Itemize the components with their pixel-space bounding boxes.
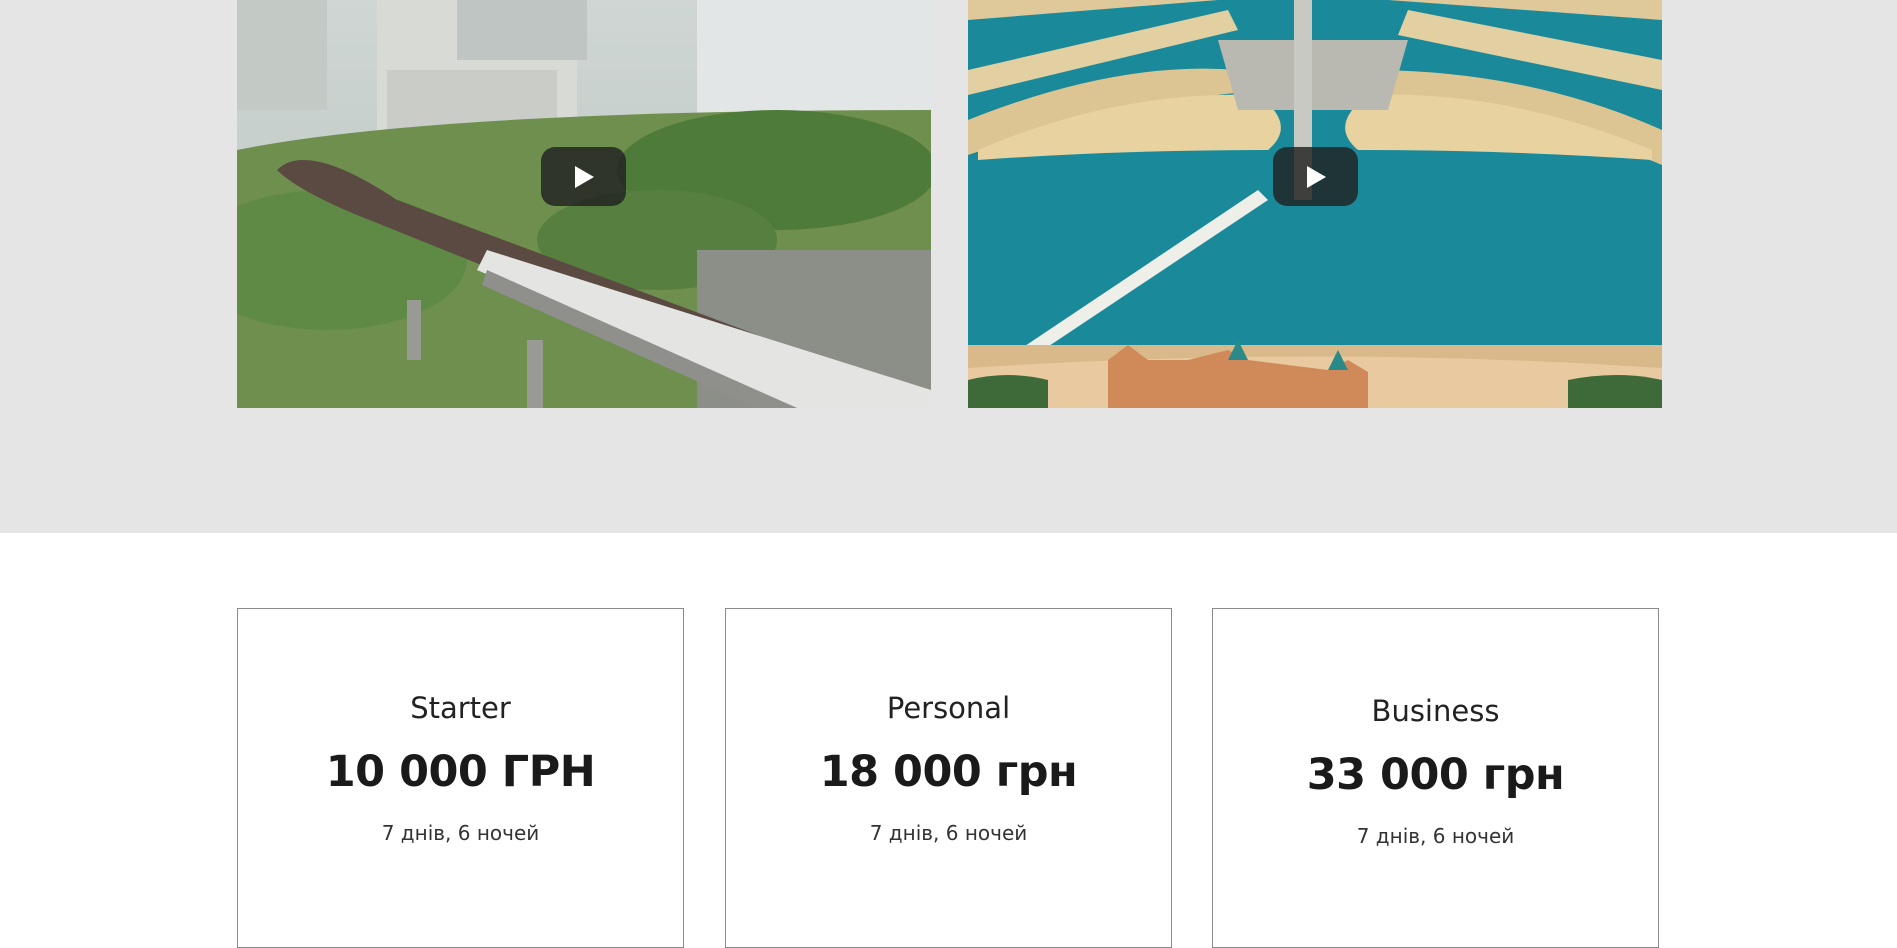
plan-duration: 7 днів, 6 ночей [869, 821, 1028, 845]
plan-price: 18 000 грн [819, 747, 1078, 797]
pricing-section: Starter 10 000 ГРН 7 днів, 6 ночей Perso… [0, 533, 1897, 948]
pricing-card-starter[interactable]: Starter 10 000 ГРН 7 днів, 6 ночей [237, 608, 684, 948]
plan-price: 33 000 грн [1306, 750, 1565, 800]
plan-duration: 7 днів, 6 ночей [381, 821, 540, 845]
plan-name: Starter [410, 691, 511, 725]
plan-name: Personal [886, 691, 1011, 725]
pricing-card-business[interactable]: Business 33 000 грн 7 днів, 6 ночей [1212, 608, 1659, 948]
play-button[interactable] [1273, 147, 1358, 206]
video-section [0, 0, 1897, 533]
play-icon [1307, 166, 1326, 188]
plan-price: 10 000 ГРН [325, 747, 596, 797]
play-icon [575, 166, 594, 188]
video-metro[interactable] [237, 0, 931, 408]
play-button[interactable] [541, 147, 626, 206]
pricing-card-personal[interactable]: Personal 18 000 грн 7 днів, 6 ночей [725, 608, 1172, 948]
plan-name: Business [1371, 694, 1500, 728]
plan-duration: 7 днів, 6 ночей [1356, 824, 1515, 848]
video-palm-island[interactable] [968, 0, 1662, 408]
